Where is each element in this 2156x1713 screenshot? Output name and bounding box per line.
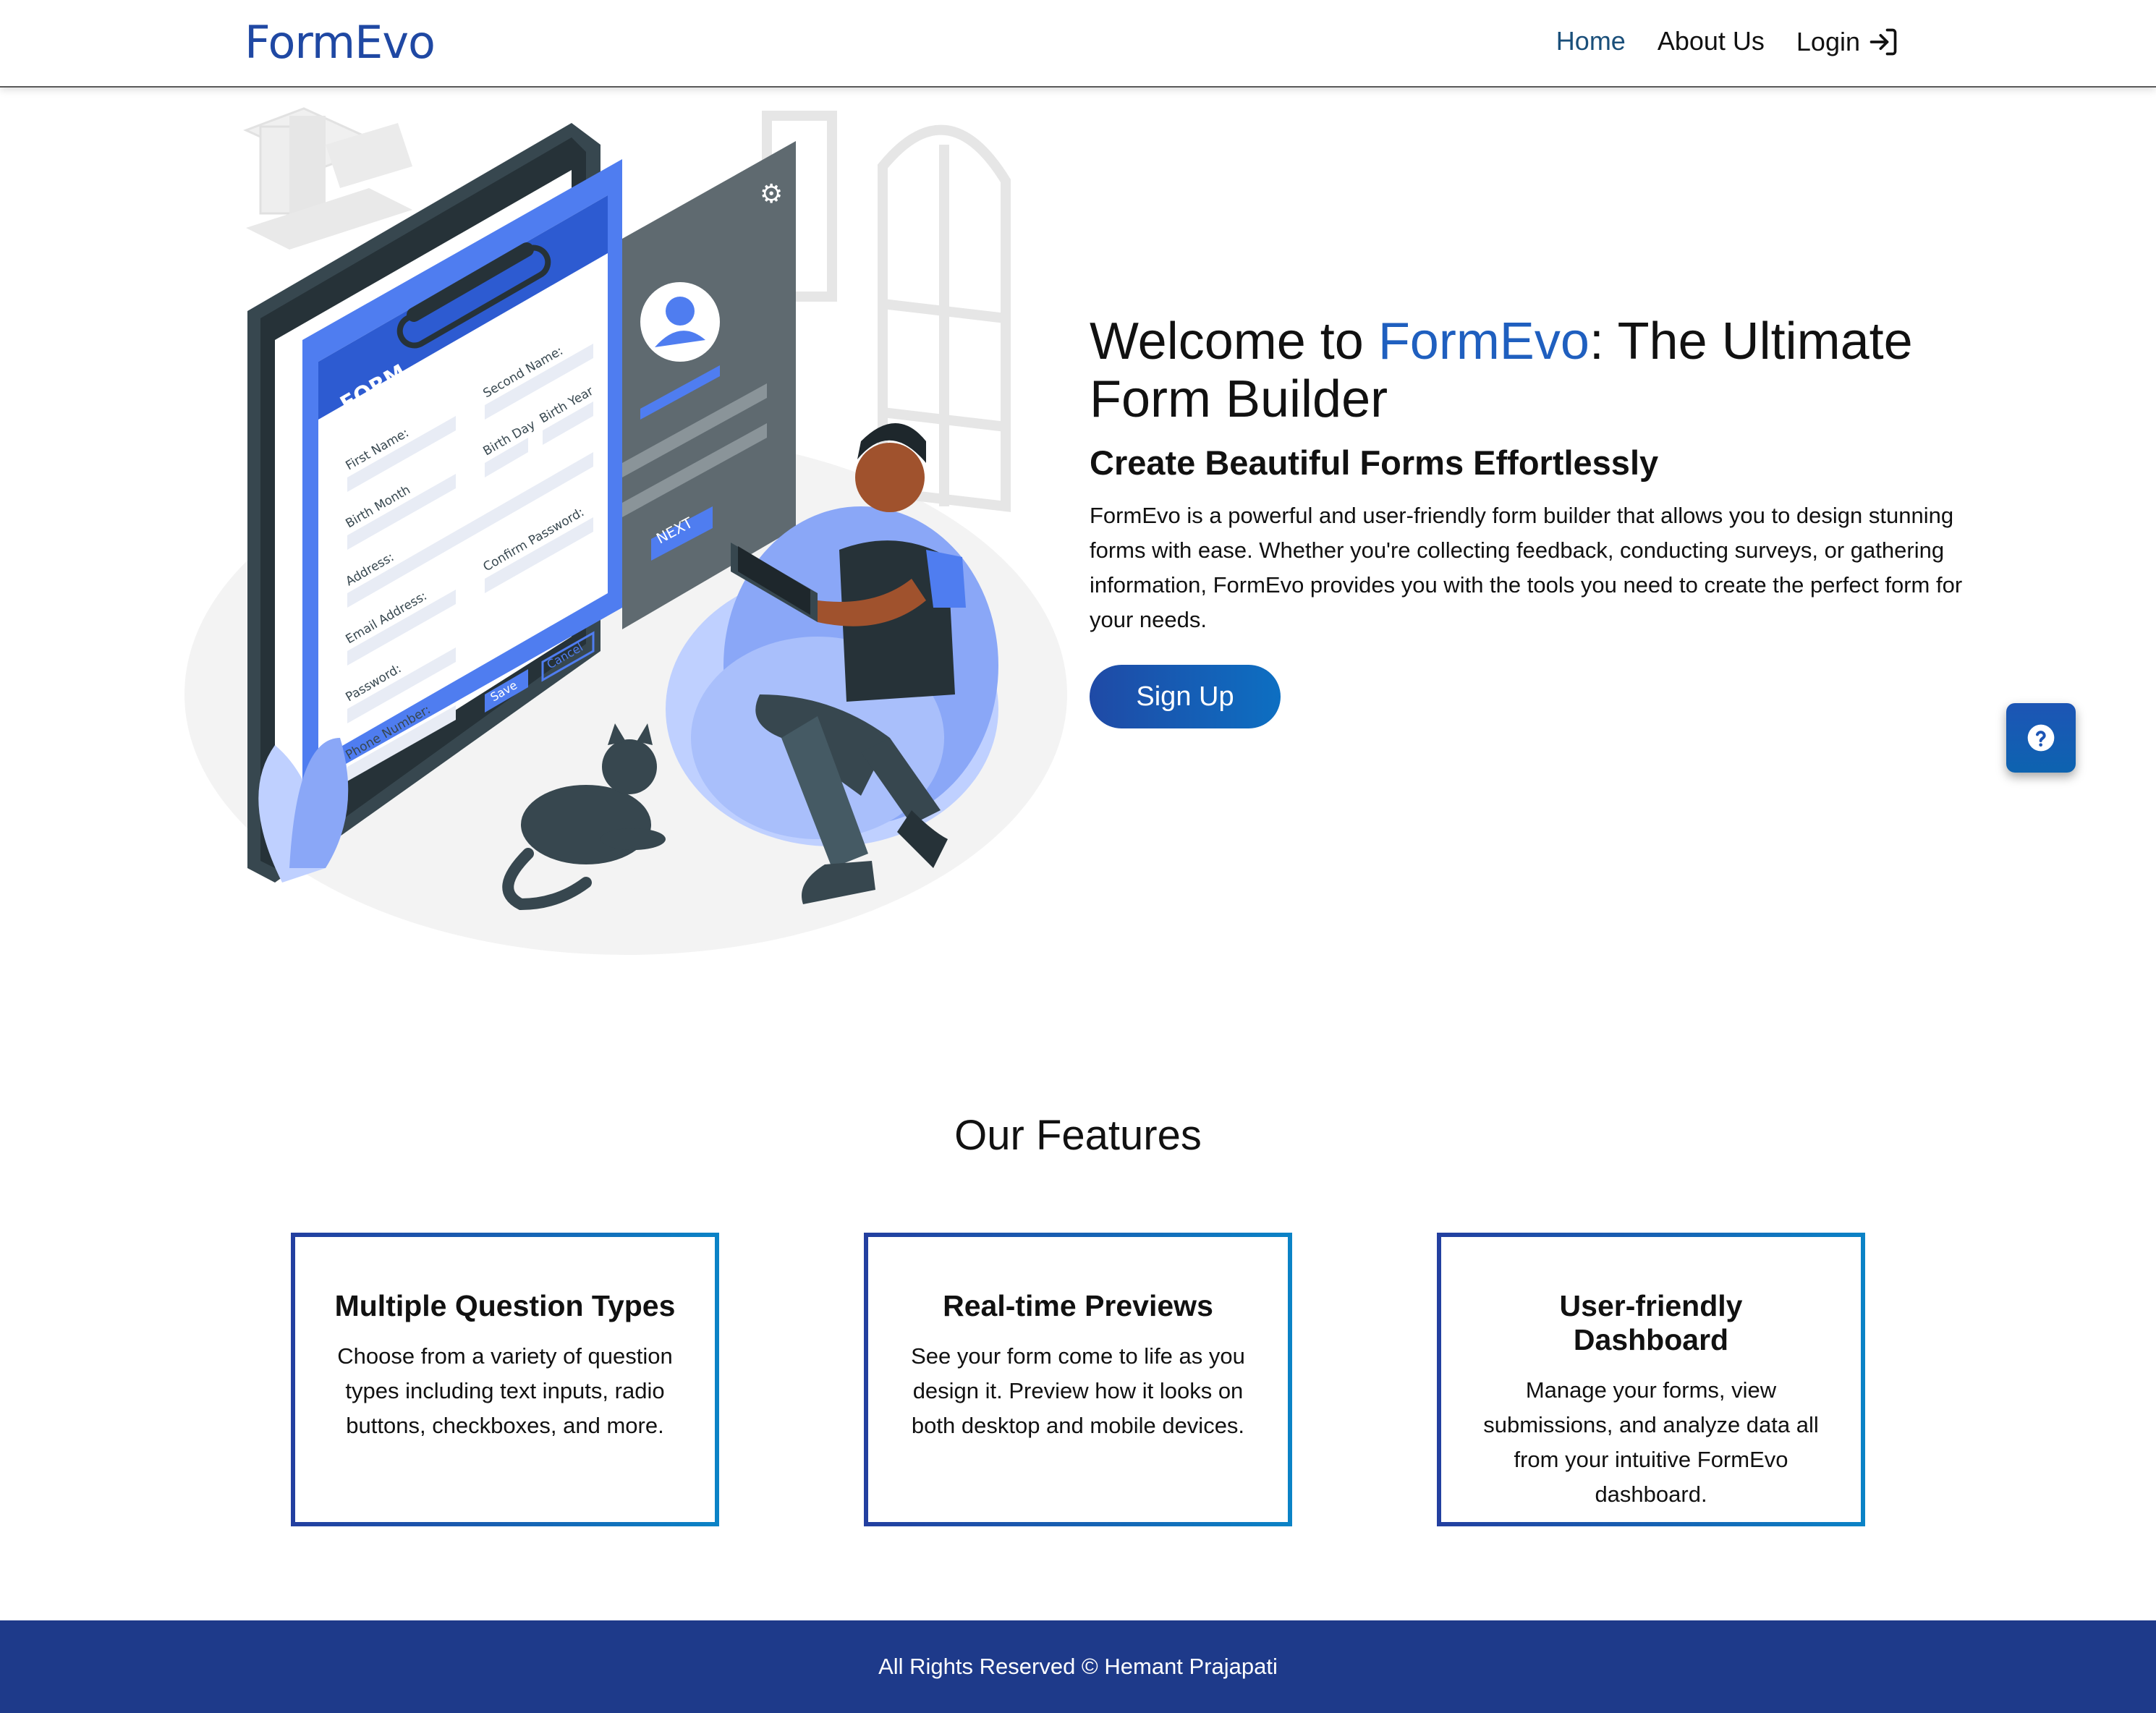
feature-card: User-friendly Dashboard Manage your form… [1437, 1233, 1865, 1526]
signup-button[interactable]: Sign Up [1090, 665, 1281, 728]
svg-text:⚙: ⚙ [760, 179, 783, 209]
hero-description: FormEvo is a powerful and user-friendly … [1090, 503, 1963, 632]
features-title: Our Features [954, 1112, 1202, 1159]
nav-login-link[interactable]: Login [1796, 26, 1899, 58]
question-circle-icon [2027, 724, 2055, 752]
hero-illustration: FORM First Name: Second Name: Birth Mont… [184, 107, 1067, 955]
hero-section: Welcome to FormEvo: The Ultimate Form Bu… [1090, 313, 1987, 728]
footer-copyright: All Rights Reserved © Hemant Prajapati [878, 1654, 1278, 1679]
hero-title: Welcome to FormEvo: The Ultimate Form Bu… [1090, 313, 1987, 428]
login-icon [1869, 28, 1897, 56]
hero-title-accent: FormEvo [1378, 313, 1590, 370]
feature-title: Real-time Previews [943, 1289, 1213, 1322]
hero-title-prefix: Welcome to [1090, 313, 1378, 370]
nav-about-link[interactable]: About Us [1658, 26, 1765, 58]
brand-logo[interactable]: FormEvo [245, 16, 436, 69]
feature-title: User-friendly Dashboard [1559, 1289, 1743, 1356]
feature-description: Manage your forms, view submissions, and… [1483, 1377, 1819, 1507]
feature-title: Multiple Question Types [334, 1289, 676, 1322]
login-label: Login [1796, 27, 1860, 56]
feature-card: Real-time Previews See your form come to… [864, 1233, 1292, 1526]
feature-card: Multiple Question Types Choose from a va… [291, 1233, 719, 1526]
hero-subtitle: Create Beautiful Forms Effortlessly [1090, 443, 1659, 482]
nav-links: Home About Us Login [1556, 26, 1899, 58]
navbar: FormEvo Home About Us Login [0, 0, 2156, 88]
feature-description: Choose from a variety of question types … [337, 1343, 673, 1438]
help-button[interactable] [2006, 703, 2076, 773]
footer: All Rights Reserved © Hemant Prajapati [0, 1620, 2156, 1713]
books-decoration [243, 107, 412, 250]
feature-description: See your form come to life as you design… [911, 1343, 1245, 1438]
nav-home-link[interactable]: Home [1556, 26, 1626, 58]
